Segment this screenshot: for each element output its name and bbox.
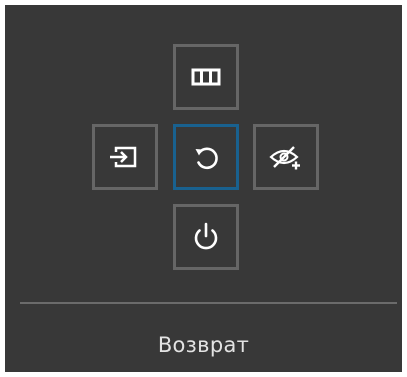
divider xyxy=(20,302,397,304)
menu-button[interactable] xyxy=(173,44,239,110)
power-icon xyxy=(194,222,218,250)
eye-saver-button[interactable] xyxy=(253,124,319,190)
selected-function-label: Возврат xyxy=(157,333,250,357)
power-button[interactable] xyxy=(173,204,239,270)
return-arrow-icon xyxy=(195,147,218,170)
osd-menu-panel: Возврат xyxy=(5,5,402,372)
menu-grid-icon xyxy=(191,68,221,86)
eye-saver-icon xyxy=(269,146,300,170)
return-button[interactable] xyxy=(173,124,239,190)
source-button[interactable] xyxy=(92,124,158,190)
source-input-icon xyxy=(110,146,137,168)
